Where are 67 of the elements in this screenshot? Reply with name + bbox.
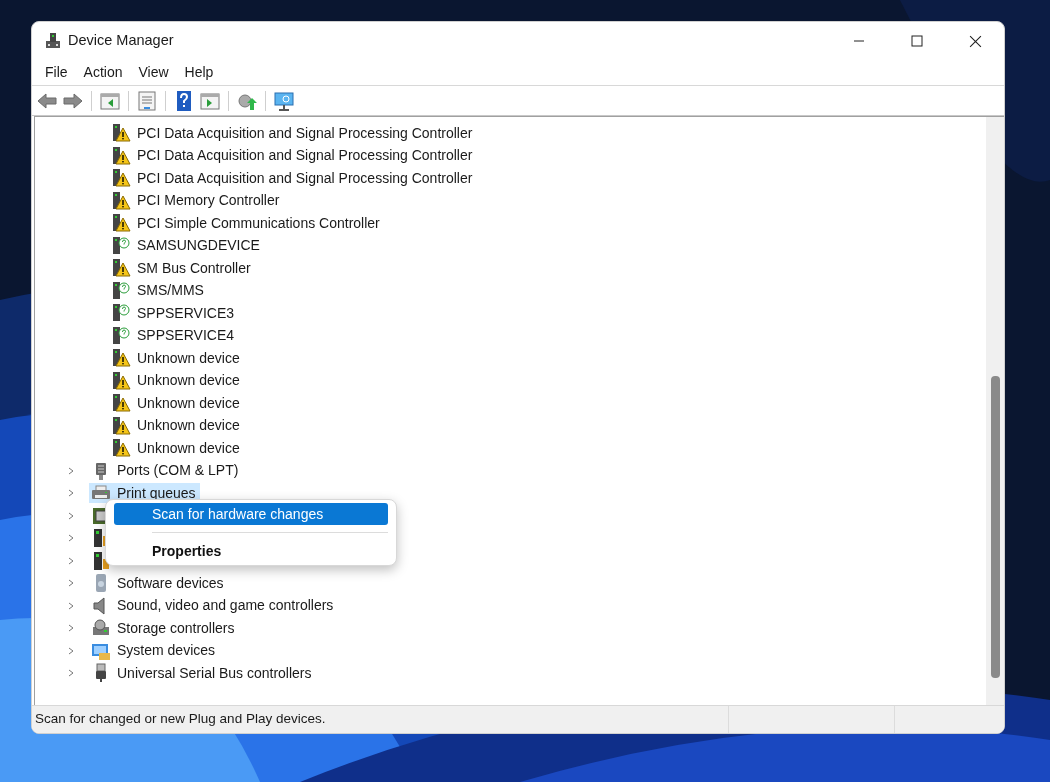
close-icon — [968, 34, 982, 48]
device-label[interactable]: PCI Simple Communications Controller — [137, 212, 380, 234]
expand-chevron-icon[interactable] — [67, 646, 75, 655]
device-warning-icon — [111, 145, 131, 166]
expand-chevron-icon[interactable] — [67, 601, 75, 610]
monitor-scan-icon[interactable] — [273, 89, 295, 112]
device-label[interactable]: SMS/MMS — [137, 280, 204, 302]
scrollbar-thumb[interactable] — [991, 376, 1000, 678]
device-warning-icon — [111, 123, 131, 144]
device-warning-icon — [111, 438, 131, 459]
category-label[interactable]: Ports (COM & LPT) — [117, 460, 241, 482]
menu-item[interactable]: View — [130, 60, 177, 85]
device-label[interactable]: PCI Data Acquisition and Signal Processing Controller — [137, 167, 473, 189]
device-label[interactable]: Unknown device — [137, 415, 240, 437]
expand-chevron-icon[interactable] — [67, 489, 75, 498]
category-row[interactable]: System devices — [89, 640, 220, 661]
category-label[interactable]: Sound, video and game controllers — [117, 595, 336, 617]
expand-chevron-icon[interactable] — [67, 669, 75, 678]
window-title: Device Manager — [68, 31, 174, 51]
device-label[interactable]: SAMSUNGDEVICE — [137, 235, 260, 257]
device-warning-icon — [111, 348, 131, 369]
context-menu-item[interactable]: Properties — [114, 540, 388, 562]
category-label[interactable]: System devices — [117, 640, 218, 662]
category-row[interactable]: Sound, video and game controllers — [89, 595, 338, 616]
status-text: Scan for changed or new Plug and Play devices. — [34, 710, 327, 729]
device-warning-icon — [111, 258, 131, 279]
category-row[interactable]: Storage controllers — [89, 618, 239, 639]
unknown-device-icon — [111, 235, 131, 256]
device-label[interactable]: Unknown device — [137, 370, 240, 392]
category-row[interactable]: Universal Serial Bus controllers — [89, 663, 316, 684]
device-label[interactable]: SM Bus Controller — [137, 257, 251, 279]
device-warning-icon — [111, 213, 131, 234]
expand-chevron-icon[interactable] — [67, 534, 75, 543]
scrollbar[interactable] — [986, 117, 1004, 705]
device-label[interactable]: PCI Data Acquisition and Signal Processing Controller — [137, 122, 473, 144]
category-label[interactable]: Storage controllers — [117, 617, 237, 639]
category-label[interactable]: Universal Serial Bus controllers — [117, 662, 314, 684]
device-label[interactable]: SPPSERVICE4 — [137, 325, 234, 347]
device-label[interactable]: Unknown device — [137, 347, 240, 369]
unknown-device-icon — [111, 325, 131, 346]
device-label[interactable]: PCI Memory Controller — [137, 190, 280, 212]
properties-icon[interactable] — [136, 89, 158, 112]
device-label[interactable]: Unknown device — [137, 392, 240, 414]
unknown-device-icon — [111, 303, 131, 324]
expand-chevron-icon[interactable] — [67, 466, 75, 475]
device-label[interactable]: SPPSERVICE3 — [137, 302, 234, 324]
expand-chevron-icon[interactable] — [67, 511, 75, 520]
expand-chevron-icon[interactable] — [67, 579, 75, 588]
menu-item[interactable]: Help — [176, 60, 222, 85]
device-warning-icon — [111, 190, 131, 211]
device-warning-icon — [111, 168, 131, 189]
device-warning-icon — [111, 415, 131, 436]
expand-chevron-icon[interactable] — [67, 624, 75, 633]
context-menu-item[interactable]: Scan for hardware changes — [114, 503, 388, 525]
category-label[interactable]: Software devices — [117, 572, 226, 594]
unknown-device-icon — [111, 280, 131, 301]
device-warning-icon — [111, 393, 131, 414]
device-label[interactable]: Unknown device — [137, 437, 240, 459]
app-icon — [44, 32, 62, 50]
category-row[interactable]: Software devices — [89, 573, 228, 594]
maximize-icon — [911, 35, 923, 47]
expand-chevron-icon[interactable] — [67, 556, 75, 565]
device-label[interactable]: PCI Data Acquisition and Signal Processing Controller — [137, 145, 473, 167]
menu-item[interactable]: File — [37, 60, 76, 85]
device-warning-icon — [111, 370, 131, 391]
menu-item[interactable]: Action — [75, 60, 131, 85]
category-row[interactable]: Ports (COM & LPT) — [89, 460, 243, 481]
